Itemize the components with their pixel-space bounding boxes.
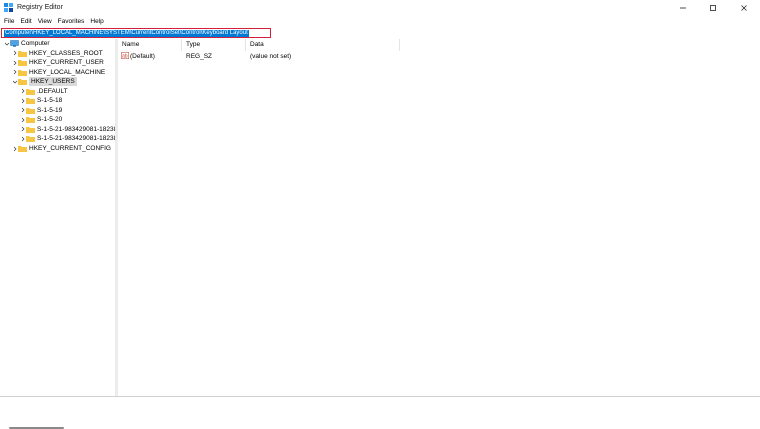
- tree-item-label: HKEY_CLASSES_ROOT: [29, 49, 103, 57]
- tree-item-hkey-current-config[interactable]: HKEY_CURRENT_CONFIG: [11, 144, 111, 153]
- chevron-right-icon[interactable]: [19, 106, 26, 115]
- menu-file[interactable]: File: [0, 16, 17, 27]
- folder-icon: [26, 107, 35, 114]
- tree-item-label: Computer: [21, 40, 50, 47]
- chevron-right-icon[interactable]: [11, 144, 18, 153]
- chevron-right-icon[interactable]: [19, 96, 26, 105]
- tree-item-label: HKEY_USERS: [29, 77, 77, 86]
- column-header-type[interactable]: Type: [182, 39, 246, 51]
- tree-item-s-1-5-20[interactable]: S-1-5-20: [19, 115, 62, 124]
- menu-view[interactable]: View: [35, 16, 55, 27]
- tree-item-computer[interactable]: Computer: [3, 39, 50, 48]
- chevron-right-icon[interactable]: [11, 49, 18, 58]
- tree-item-label: S-1-5-20: [37, 116, 63, 123]
- close-icon: [741, 5, 747, 11]
- value-name-cell: ab (Default): [121, 52, 155, 62]
- address-bar: Computer\HKEY_LOCAL_MACHINE\SYSTEM\Curre…: [0, 27, 760, 39]
- chevron-down-icon[interactable]: [3, 39, 10, 48]
- string-value-icon: ab: [121, 52, 129, 59]
- tree-item-label: S-1-5-21-983429081-18238: [37, 135, 118, 142]
- tree-item-label: .DEFAULT: [37, 87, 68, 95]
- address-input[interactable]: Computer\HKEY_LOCAL_MACHINE\SYSTEM\Curre…: [1, 28, 271, 38]
- tree-item-label: S-1-5-18: [37, 97, 63, 104]
- maximize-icon: [710, 5, 716, 11]
- chevron-right-icon[interactable]: [19, 87, 26, 96]
- tree-item-default[interactable]: .DEFAULT: [19, 87, 68, 96]
- folder-open-icon: [18, 79, 27, 85]
- window-title: Registry Editor: [17, 4, 63, 11]
- minimize-icon: [680, 7, 686, 9]
- menu-favorites[interactable]: Favorites: [55, 16, 88, 27]
- tree-item-hkey-users[interactable]: HKEY_USERS: [11, 77, 77, 86]
- chevron-right-icon[interactable]: [19, 115, 26, 124]
- folder-icon: [18, 146, 27, 152]
- folder-icon: [26, 117, 35, 123]
- tree-item-label: S-1-5-21-983429081-18238: [37, 125, 118, 133]
- minimize-button[interactable]: [668, 0, 698, 16]
- folder-icon: [26, 136, 35, 142]
- chevron-right-icon[interactable]: [19, 134, 26, 143]
- value-data: (value not set): [250, 53, 292, 60]
- title-bar: Registry Editor: [0, 0, 760, 16]
- tree-item-label: HKEY_LOCAL_MACHINE: [29, 68, 106, 76]
- address-path: Computer\HKEY_LOCAL_MACHINE\SYSTEM\Curre…: [4, 30, 249, 37]
- value-type: REG_SZ: [186, 53, 213, 60]
- folder-icon: [18, 69, 27, 76]
- folder-icon: [26, 126, 35, 133]
- column-header-data[interactable]: Data: [246, 39, 400, 51]
- chevron-down-icon[interactable]: [11, 77, 18, 86]
- folder-icon: [18, 50, 27, 57]
- tree-item-s-1-5-18[interactable]: S-1-5-18: [19, 96, 62, 105]
- column-header-name[interactable]: Name: [118, 39, 182, 51]
- chevron-right-icon[interactable]: [11, 68, 18, 77]
- menu-help[interactable]: Help: [87, 16, 106, 27]
- maximize-button[interactable]: [698, 0, 728, 16]
- tree-item-label: HKEY_CURRENT_CONFIG: [29, 145, 111, 152]
- registry-editor-icon: [4, 3, 13, 12]
- close-button[interactable]: [729, 0, 759, 16]
- tree-item-s-1-5-21-a[interactable]: S-1-5-21-983429081-18238: [19, 125, 117, 134]
- key-tree: Computer HKEY_CLASSES_ROOT HKEY_CURRENT_…: [0, 39, 117, 429]
- tree-item-s-1-5-21-b[interactable]: S-1-5-21-983429081-18238: [19, 134, 117, 143]
- tree-item-hkey-classes-root[interactable]: HKEY_CLASSES_ROOT: [11, 49, 103, 58]
- tree-item-s-1-5-19[interactable]: S-1-5-19: [19, 106, 62, 115]
- svg-text:ab: ab: [122, 54, 128, 60]
- tree-item-label: HKEY_CURRENT_USER: [29, 59, 104, 66]
- chevron-right-icon[interactable]: [19, 125, 26, 134]
- values-list: Name Type Data ab (Default) REG_SZ (valu…: [118, 39, 760, 397]
- folder-icon: [18, 60, 27, 66]
- value-name: (Default): [130, 53, 155, 60]
- computer-icon: [10, 40, 19, 47]
- menu-edit[interactable]: Edit: [17, 16, 34, 27]
- tree-item-hkey-local-machine[interactable]: HKEY_LOCAL_MACHINE: [11, 68, 105, 77]
- tree-item-label: S-1-5-19: [37, 106, 63, 114]
- menu-bar: File Edit View Favorites Help: [0, 16, 760, 27]
- chevron-right-icon[interactable]: [11, 58, 18, 67]
- folder-icon: [26, 88, 35, 95]
- folder-icon: [26, 98, 35, 104]
- tree-item-hkey-current-user[interactable]: HKEY_CURRENT_USER: [11, 58, 104, 67]
- table-row[interactable]: ab (Default) REG_SZ (value not set): [118, 52, 760, 62]
